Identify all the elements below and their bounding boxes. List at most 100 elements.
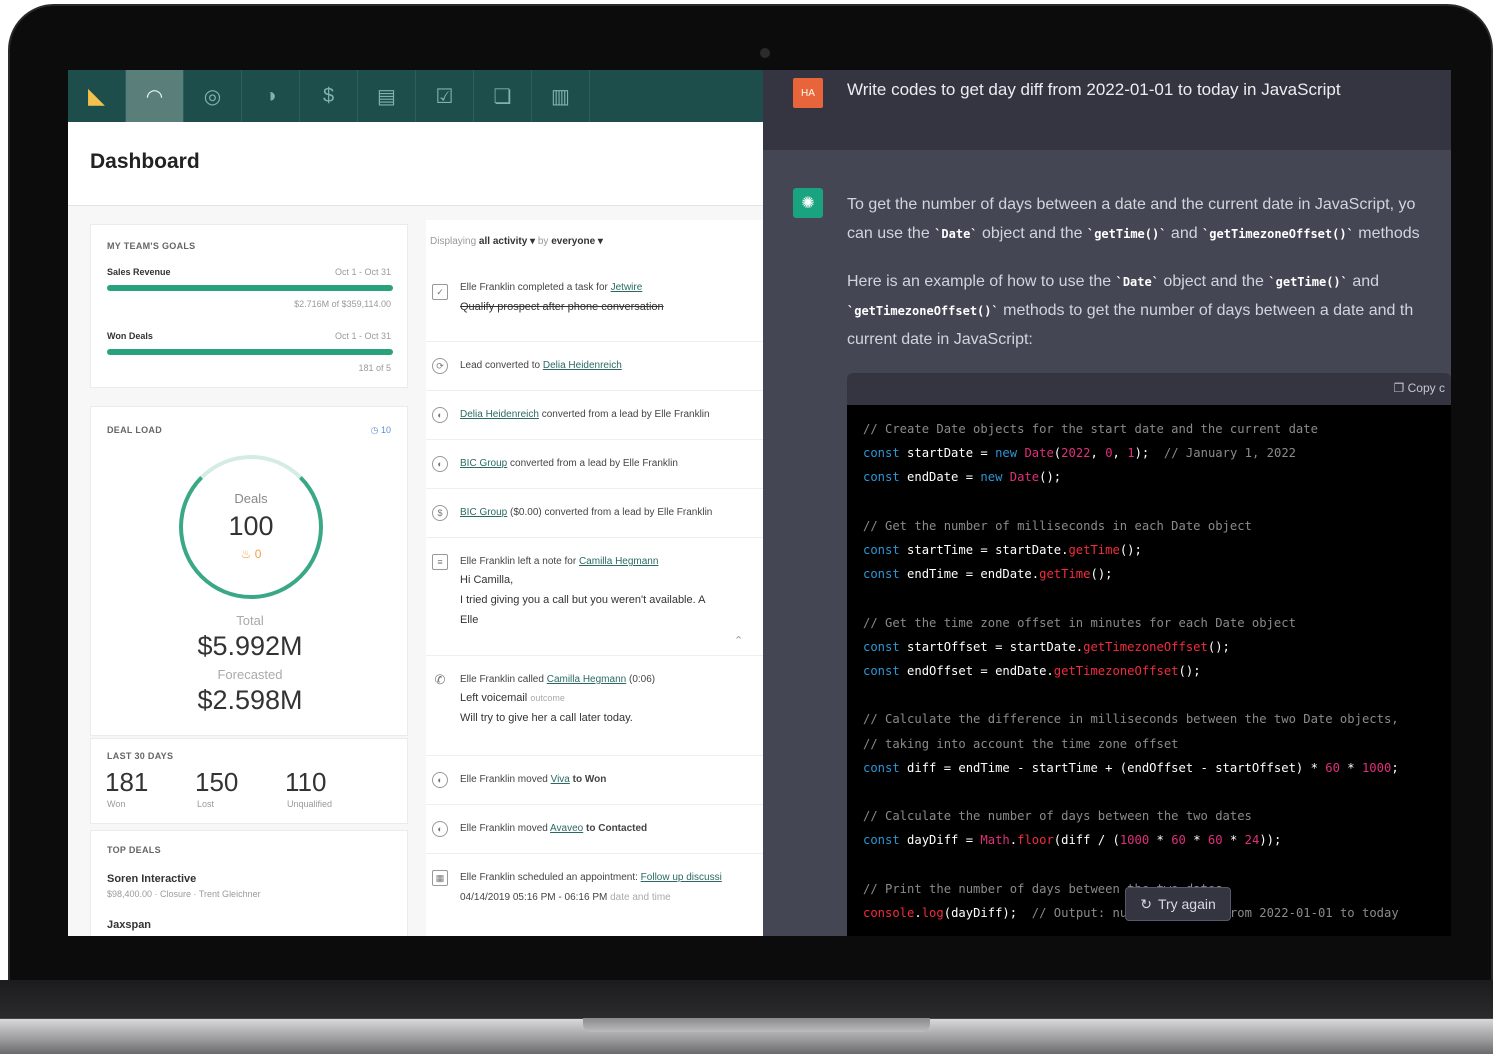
feed-link[interactable]: Camilla Hegmann <box>547 674 626 685</box>
leads-icon[interactable]: ◎ <box>184 70 242 122</box>
reports-chart-icon[interactable]: ▥ <box>532 70 590 122</box>
logo-icon[interactable]: ◣ <box>68 70 126 122</box>
top-deal-detail: $98,400.00 · Closure · Trent Gleichner <box>107 889 261 899</box>
page-title: Dashboard <box>90 150 200 173</box>
inline-code: `getTimezoneOffset()` <box>847 304 999 318</box>
assistant-logo-icon: ✺ <box>793 188 823 218</box>
inline-code: `getTime()` <box>1086 227 1167 241</box>
code-block: // Create Date objects for the start dat… <box>847 405 1451 936</box>
feed-link[interactable]: Avaveo <box>550 823 583 834</box>
collapse-chevron-icon[interactable]: ⌃ <box>734 634 743 647</box>
feed-sub: Elle <box>460 614 479 626</box>
code-line: // Get the number of milliseconds in eac… <box>863 518 1252 533</box>
contacts-icon[interactable]: ◑ <box>242 70 300 122</box>
feed-sub: Will try to give her a call later today. <box>460 712 633 724</box>
top-deal-name[interactable]: Jaxspan <box>107 919 151 931</box>
filter-activity-dropdown[interactable]: all activity ▾ <box>479 236 535 247</box>
stat-value: 150 <box>195 767 239 797</box>
inline-code: `Date` <box>1115 275 1159 289</box>
code-line: const <box>863 543 900 558</box>
top-deals-card: TOP DEALS Soren Interactive $98,400.00 ·… <box>90 830 408 936</box>
feed-sub: Hi Camilla, <box>460 574 514 586</box>
text-span: object and the <box>1163 273 1264 290</box>
feed-sub-tag: date and time <box>610 892 671 903</box>
feed-link[interactable]: Camilla Hegmann <box>579 556 658 567</box>
feed-sub: Left voicemail outcome <box>460 692 565 704</box>
dashboard-header: Dashboard <box>68 122 763 206</box>
deal-stage-icon: ◐ <box>432 821 448 837</box>
deals-label: Deals <box>234 491 268 506</box>
text-span: can use the <box>847 225 930 242</box>
feed-item: ✓ Elle Franklin completed a task for Jet… <box>426 264 763 342</box>
feed-filter: Displaying all activity ▾ by everyone ▾ <box>430 236 603 247</box>
goal-progress-bar <box>107 285 393 291</box>
feed-link[interactable]: Follow up discussi <box>641 872 722 883</box>
text-span: and <box>1170 225 1198 242</box>
deals-dollar-icon[interactable]: $ <box>300 70 358 122</box>
code-line: // Calculate the number of days between … <box>863 809 1252 824</box>
deal-load-card: DEAL LOAD ◷ 10 Deals 100 ♨ 0 Total $5.99… <box>90 406 408 736</box>
camera <box>760 48 770 58</box>
text-span: methods <box>1358 225 1420 242</box>
feed-text-extra: to Won <box>572 774 607 785</box>
try-again-label: Try again <box>1157 896 1216 912</box>
feed-item: ▦ Elle Franklin scheduled an appointment… <box>426 854 763 936</box>
response-line: To get the number of days between a date… <box>847 196 1416 213</box>
feed-link[interactable]: Viva <box>551 774 570 785</box>
feed-item: ◐ BIC Group converted from a lead by Ell… <box>426 440 763 489</box>
goals-heading: MY TEAM'S GOALS <box>107 241 196 251</box>
text-span: Here is an example of how to use the <box>847 273 1112 290</box>
calendar-icon: ▦ <box>432 870 448 886</box>
goal-label: Won Deals <box>107 331 153 341</box>
feed-text-main: Elle Franklin left a note for <box>460 556 577 567</box>
calendar-icon[interactable]: ▤ <box>358 70 416 122</box>
feed-link[interactable]: Delia Heidenreich <box>543 360 622 371</box>
code-line: const <box>863 760 900 775</box>
stat-label: Won <box>107 799 126 809</box>
feed-link[interactable]: BIC Group <box>460 458 507 469</box>
feed-link[interactable]: Jetwire <box>611 282 643 293</box>
feed-text-main: Lead converted to <box>460 360 541 371</box>
try-again-button[interactable]: ↻ Try again <box>1125 887 1231 921</box>
phone-icon: ✆ <box>434 672 446 687</box>
task-check-icon: ✓ <box>432 284 448 300</box>
dollar-icon: $ <box>432 505 448 521</box>
feed-text-main: converted from a lead by Elle Franklin <box>510 458 678 469</box>
feed-item: $ BIC Group ($0.00) converted from a lea… <box>426 489 763 538</box>
feed-text-main: Elle Franklin moved <box>460 774 548 785</box>
deal-load-meta[interactable]: ◷ 10 <box>371 425 391 436</box>
feed-text: Delia Heidenreich converted from a lead … <box>460 409 710 420</box>
clock-icon: ◷ <box>370 425 379 435</box>
code-line: const <box>863 833 900 848</box>
filter-who-dropdown[interactable]: everyone ▾ <box>551 236 603 247</box>
feed-text: BIC Group converted from a lead by Elle … <box>460 458 678 469</box>
feed-item: ◐ Delia Heidenreich converted from a lea… <box>426 391 763 440</box>
user-avatar: HA <box>793 78 823 108</box>
copy-code-button[interactable]: ❐ Copy c <box>1394 381 1445 395</box>
response-line: current date in JavaScript: <box>847 331 1033 348</box>
feed-link[interactable]: Delia Heidenreich <box>460 409 539 420</box>
goal-detail: $2.716M of $359,114.00 <box>294 299 391 309</box>
stat-label: Unqualified <box>287 799 333 809</box>
last-30-days-card: LAST 30 DAYS 181 Won 150 Lost 110 Unqual… <box>90 738 408 824</box>
goal-label: Sales Revenue <box>107 267 171 277</box>
dashboard-gauge-icon[interactable]: ◠ <box>126 70 184 122</box>
feed-sub-tag: outcome <box>530 693 565 703</box>
deals-value: 100 <box>228 511 274 541</box>
feed-item: ⟳ Lead converted to Delia Heidenreich <box>426 342 763 391</box>
feed-text-main: Elle Franklin moved <box>460 823 548 834</box>
messages-icon[interactable]: ❏ <box>474 70 532 122</box>
feed-text-main: Elle Franklin scheduled an appointment: <box>460 872 638 883</box>
goal-detail: 181 of 5 <box>358 363 391 373</box>
user-prompt: Write codes to get day diff from 2022-01… <box>847 80 1341 99</box>
code-line: // Create Date objects for the start dat… <box>863 422 1318 436</box>
feed-text-main: ($0.00) converted from a lead by Elle Fr… <box>510 507 713 518</box>
code-block-header: ❐ Copy c <box>847 373 1451 405</box>
response-line: Here is an example of how to use the `Da… <box>847 267 1379 297</box>
top-deal-name[interactable]: Soren Interactive <box>107 873 196 885</box>
feed-link[interactable]: BIC Group <box>460 507 507 518</box>
forecast-label: Forecasted <box>217 667 283 682</box>
tasks-check-icon[interactable]: ☑ <box>416 70 474 122</box>
deals-sub: ♨ 0 <box>179 547 323 561</box>
response-line: can use the `Date` object and the `getTi… <box>847 219 1420 249</box>
